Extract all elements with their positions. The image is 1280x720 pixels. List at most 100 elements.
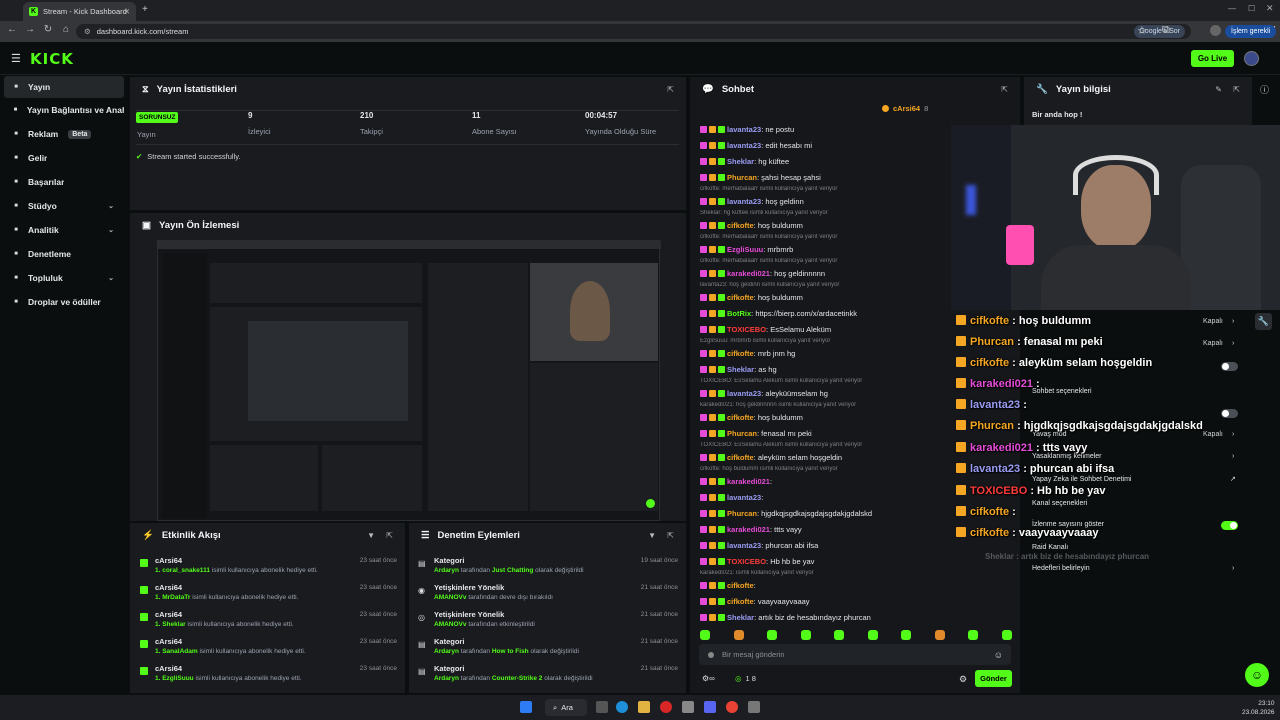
bookmark-star-icon[interactable]: ☆ [1137,24,1147,37]
chat-message[interactable]: TOXICEBO: Hb hb be yav [700,557,950,566]
user-avatar[interactable] [1244,51,1259,66]
moderation-user[interactable]: Ardaryn [434,648,459,655]
task-view-icon[interactable] [596,701,608,713]
moderation-user[interactable]: AMANOVv [434,621,467,628]
chat-message[interactable]: TOXICEBO: EsSelamu Aleküm [700,325,950,334]
chat-username[interactable]: lavanta23 [727,541,761,550]
activity-user[interactable]: 1. coral_snake111 [155,567,210,574]
chat-username[interactable]: cifkofte [727,597,754,606]
activity-name[interactable]: cArsi64 [155,610,182,619]
chat-username[interactable]: Phurcan [727,429,757,438]
chat-message[interactable]: Phurcan: fenasal mı peki [700,429,950,438]
sidebar-item[interactable]: ■ Denetleme [4,243,124,265]
settings-gear-icon[interactable]: ⚙ [959,674,967,685]
chat-settings-icon-left[interactable]: ⚙∞ [702,674,715,683]
chat-username[interactable]: cifkofte [727,581,754,590]
settings-row-label[interactable]: Sohbet seçenekleri [1032,388,1092,395]
sidebar-item[interactable]: ■ Analitik ⌄ [4,219,124,241]
emote-icon[interactable] [934,630,945,640]
chat-username[interactable]: karakedi021 [727,477,770,486]
chat-message[interactable]: Sheklar: as hg [700,365,950,374]
chat-message[interactable]: BotRix: https://bierp.com/x/ardacetinkk [700,309,950,318]
emote-icon[interactable] [700,630,710,640]
chat-username[interactable]: TOXICEBO [727,325,766,334]
edge-icon[interactable] [616,701,628,713]
sidebar-item[interactable]: ■ Başarılar [4,171,124,193]
activity-name[interactable]: cArsi64 [155,556,182,565]
settings-row-label[interactable]: Yavaş mod [1032,431,1067,438]
chat-username[interactable]: BotRix [727,309,751,318]
chat-input[interactable]: Bir mesaj gönderin ☺ [699,644,1011,665]
chat-message[interactable]: lavanta23: edit hesabı mi [700,141,950,150]
emote-icon[interactable] [968,630,979,640]
chat-message[interactable]: cifkofte: hoş buldumm [700,221,950,230]
chat-username[interactable]: EzgliSuuu [727,245,763,254]
chat-username[interactable]: Phurcan [727,509,757,518]
external-link-icon[interactable]: ↗ [1230,475,1236,483]
edit-icon[interactable]: ✎ [1215,85,1222,94]
chat-message[interactable]: lavanta23: hoş geldinn [700,197,950,206]
chat-message[interactable]: karakedi021: ttts vayy [700,525,950,534]
windows-start-icon[interactable] [520,701,532,713]
activity-user[interactable]: 1. EzgliSuuu [155,675,194,682]
chat-username[interactable]: cifkofte [727,349,754,358]
opera-icon[interactable] [660,701,672,713]
emote-icon[interactable] [901,630,912,640]
chat-message[interactable]: cifkofte: hoş buldumm [700,413,950,422]
sidebar-item[interactable]: ■ Droplar ve ödüller [4,291,124,313]
chevron-right-icon[interactable]: › [1232,318,1234,325]
chat-message[interactable]: lavanta23: ne postu [700,125,950,134]
sidebar-item[interactable]: ■ Stüdyo ⌄ [4,195,124,217]
chevron-right-icon[interactable]: › [1232,340,1234,347]
moderation-user[interactable]: Ardaryn [434,567,459,574]
close-tab-icon[interactable]: ✕ [124,7,130,16]
emote-icon[interactable] [733,630,744,640]
settings-row-label[interactable]: Raid Kanalı [1032,544,1068,551]
popout-icon[interactable]: ⇱ [667,531,674,540]
sidebar-item[interactable]: ■ Reklam Beta [4,123,124,145]
stream-preview-video[interactable] [157,240,661,521]
chat-username[interactable]: Phurcan [727,173,757,182]
chat-message[interactable]: EzgliSuuu: mrbmrb [700,245,950,254]
address-bar[interactable]: ⚙ dashboard.kick.com/stream Google'a Sor [76,24,1191,39]
chat-message[interactable]: Phurcan: şahsi hesap şahsi [700,173,950,182]
chat-message[interactable]: cifkofte: hoş buldumm [700,293,950,302]
chat-message[interactable]: karakedi021: [700,477,950,486]
extensions-icon[interactable]: ⧉ [1162,24,1170,37]
wrench-tool-button[interactable]: 🔧 [1255,313,1272,330]
new-tab-button[interactable]: + [142,4,148,15]
support-chat-button[interactable]: ☺ [1245,663,1269,687]
emote-icon[interactable] [767,630,778,640]
toggle-switch[interactable] [1221,362,1238,371]
close-window-icon[interactable]: ✕ [1266,3,1274,14]
chat-username[interactable]: cifkofte [727,293,754,302]
chat-message[interactable]: Sheklar: hg küftee [700,157,950,166]
info-icon[interactable]: ⓘ [1260,83,1269,96]
kick-logo[interactable]: KICK [30,50,74,68]
chat-message[interactable]: lavanta23: aleyküümselam hg [700,389,950,398]
go-live-button[interactable]: Go Live [1191,50,1234,67]
settings-row-label[interactable]: Hedefleri belirleyin [1032,565,1090,572]
chat-username[interactable]: lavanta23 [727,197,761,206]
sidebar-item[interactable]: ■ Topluluk ⌄ [4,267,124,289]
chevron-right-icon[interactable]: › [1232,431,1234,438]
back-icon[interactable]: ← [4,24,20,35]
taskbar-search[interactable]: ⌕ Ara [545,699,587,716]
activity-name[interactable]: cArsi64 [155,637,182,646]
chat-username[interactable]: Sheklar [727,613,754,622]
settings-row-label[interactable]: Yapay Zeka ile Sohbet Denetimi [1032,476,1131,483]
chevron-down-icon[interactable]: ⌄ [108,226,114,234]
moderation-user[interactable]: Ardaryn [434,675,459,682]
send-button[interactable]: Gönder [975,670,1012,687]
activity-user[interactable]: 1. MrDataTr [155,594,190,601]
chat-username[interactable]: Sheklar [727,157,754,166]
chat-message[interactable]: lavanta23: [700,493,950,502]
hamburger-menu-icon[interactable]: ☰ [11,52,21,65]
file-explorer-icon[interactable] [638,701,650,713]
app-icon[interactable] [682,701,694,713]
filter-icon[interactable]: ▼ [648,531,656,540]
chat-message[interactable]: Phurcan: hjgdkqjsgdkajsgdajsgdakjgdalskd [700,509,950,518]
maximize-icon[interactable]: ☐ [1248,4,1255,13]
pinned-user[interactable]: cArsi64 [893,104,920,113]
activity-user[interactable]: 1. SanalAdam [155,648,198,655]
